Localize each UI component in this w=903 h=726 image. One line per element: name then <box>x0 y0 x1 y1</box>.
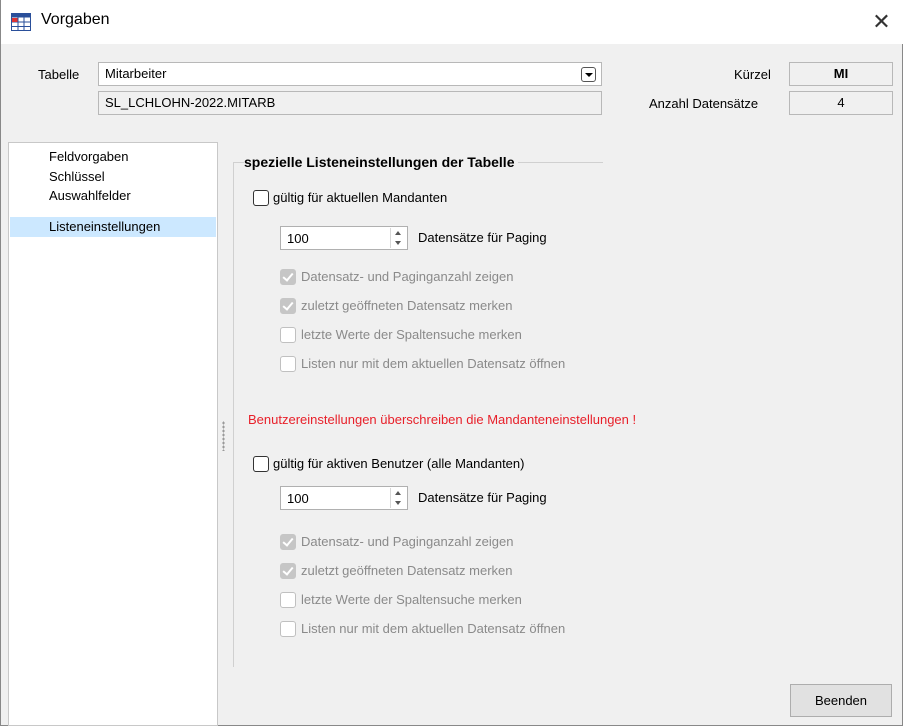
benutzer-option-spaltensuche-checkbox[interactable] <box>280 592 296 608</box>
group-border-left <box>233 162 234 667</box>
sidebar-item-label: Listeneinstellungen <box>49 219 161 234</box>
spinner-up-icon[interactable] <box>391 228 406 238</box>
group-title: spezielle Listeneinstellungen der Tabell… <box>244 154 519 170</box>
benutzer-option-zuletzt-checkbox[interactable] <box>280 563 296 579</box>
table-path-value: SL_LCHLOHN-2022.MITARB <box>105 95 276 110</box>
tabelle-select[interactable]: Mitarbeiter <box>98 62 602 86</box>
benutzer-option-label: Listen nur mit dem aktuellen Datensatz ö… <box>301 621 566 636</box>
sidebar-item-feldvorgaben[interactable]: Feldvorgaben <box>10 147 216 167</box>
benutzer-paging-spinner[interactable]: 100 <box>280 486 408 510</box>
spinner-up-icon[interactable] <box>391 488 406 498</box>
kuerzel-label: Kürzel <box>734 67 771 82</box>
spinner-buttons <box>390 228 406 248</box>
benutzer-option-label: zuletzt geöffneten Datensatz merken <box>301 563 513 578</box>
close-icon: ✕ <box>872 9 891 34</box>
kuerzel-value: MI <box>833 66 849 81</box>
chevron-down-icon[interactable] <box>581 67 596 82</box>
kuerzel-field: MI <box>789 62 893 86</box>
mandant-option-label: Listen nur mit dem aktuellen Datensatz ö… <box>301 356 566 371</box>
spinner-buttons <box>390 488 406 508</box>
mandant-option-zuletzt-checkbox[interactable] <box>280 298 296 314</box>
tabelle-label: Tabelle <box>38 67 80 82</box>
sidebar-item-auswahlfelder[interactable]: Auswahlfelder <box>10 186 216 206</box>
anzahl-value: 4 <box>837 95 845 110</box>
anzahl-field: 4 <box>789 91 893 115</box>
table-path-field: SL_LCHLOHN-2022.MITARB <box>98 91 602 115</box>
benutzer-checkbox-label: gültig für aktiven Benutzer (alle Mandan… <box>273 456 525 471</box>
table-grid-icon <box>11 13 31 31</box>
sidebar-item-label: Feldvorgaben <box>49 149 129 164</box>
anzahl-label: Anzahl Datensätze <box>649 96 759 111</box>
benutzer-paging-label: Datensätze für Paging <box>418 490 547 505</box>
window-title: Vorgaben <box>41 11 110 28</box>
vorgaben-dialog: Vorgaben ✕ Tabelle Mitarbeiter SL_LCHLOH… <box>0 0 903 726</box>
spinner-down-icon[interactable] <box>391 238 406 248</box>
mandant-paging-label: Datensätze für Paging <box>418 230 547 245</box>
mandant-checkbox[interactable] <box>253 190 269 206</box>
title-bar: Vorgaben ✕ <box>1 0 903 44</box>
sidebar-item-label: Schlüssel <box>49 169 105 184</box>
mandant-option-label: zuletzt geöffneten Datensatz merken <box>301 298 513 313</box>
sidebar-item-schluessel[interactable]: Schlüssel <box>10 167 216 187</box>
benutzer-option-label: Datensatz- und Paginganzahl zeigen <box>301 534 514 549</box>
close-button[interactable]: ✕ <box>859 0 903 44</box>
spinner-down-icon[interactable] <box>391 498 406 508</box>
sidebar-nav: Feldvorgaben Schlüssel Auswahlfelder Lis… <box>8 142 218 726</box>
mandant-paging-value: 100 <box>287 231 309 246</box>
benutzer-option-label: letzte Werte der Spaltensuche merken <box>301 592 522 607</box>
benutzer-option-listen-checkbox[interactable] <box>280 621 296 637</box>
benutzer-paging-value: 100 <box>287 491 309 506</box>
mandant-paging-spinner[interactable]: 100 <box>280 226 408 250</box>
mandant-option-label: Datensatz- und Paginganzahl zeigen <box>301 269 514 284</box>
splitter-handle[interactable] <box>222 421 225 451</box>
warning-text: Benutzereinstellungen überschreiben die … <box>248 412 637 427</box>
beenden-button-label: Beenden <box>814 693 868 708</box>
mandant-checkbox-label: gültig für aktuellen Mandanten <box>273 190 448 205</box>
mandant-option-listen-checkbox[interactable] <box>280 356 296 372</box>
benutzer-checkbox[interactable] <box>253 456 269 472</box>
sidebar-item-listeneinstellungen[interactable]: Listeneinstellungen <box>10 217 216 237</box>
mandant-option-spaltensuche-checkbox[interactable] <box>280 327 296 343</box>
tabelle-value: Mitarbeiter <box>105 66 167 81</box>
beenden-button[interactable]: Beenden <box>790 684 892 717</box>
mandant-option-paginganzahl-checkbox[interactable] <box>280 269 296 285</box>
mandant-option-label: letzte Werte der Spaltensuche merken <box>301 327 522 342</box>
benutzer-option-paginganzahl-checkbox[interactable] <box>280 534 296 550</box>
sidebar-item-label: Auswahlfelder <box>49 188 131 203</box>
